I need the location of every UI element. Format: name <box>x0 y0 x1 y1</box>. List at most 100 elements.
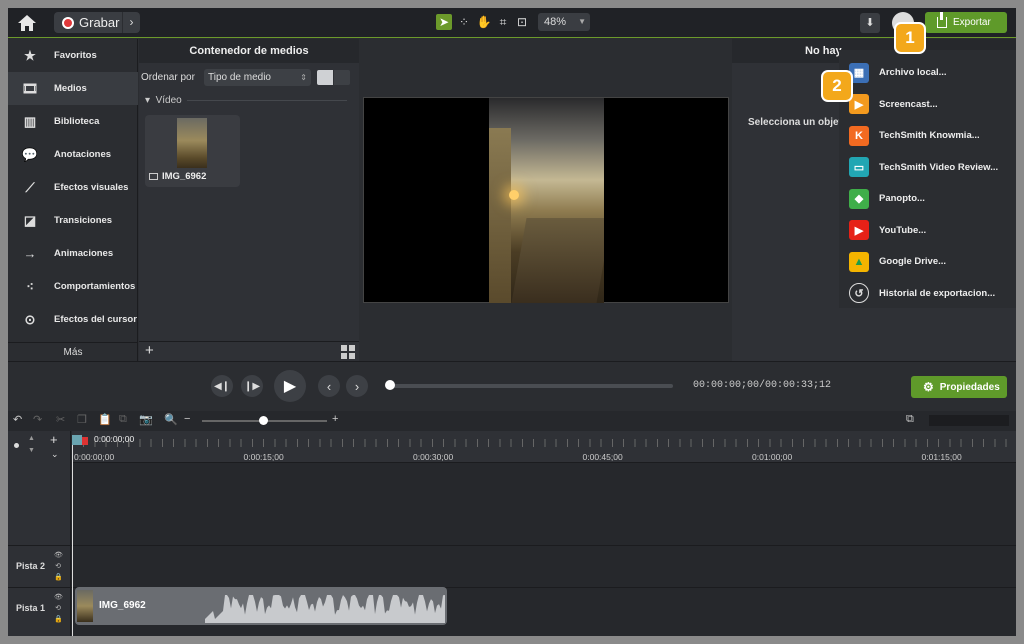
properties-label: Propiedades <box>939 381 1000 393</box>
step-forward-icon[interactable]: ❙▶ <box>241 375 263 397</box>
step-back-icon[interactable]: ◀❙ <box>211 375 233 397</box>
properties-button[interactable]: ⚙ Propiedades <box>911 376 1007 398</box>
playhead-out-marker[interactable] <box>82 437 88 445</box>
sidebar-item-efectos-del-cursor[interactable]: ⊙ Efectos del cursor <box>8 303 138 336</box>
zoom-select[interactable]: 48% ▼ <box>538 13 590 31</box>
redo-icon[interactable]: ↷ <box>33 413 42 426</box>
zoom-search-icon[interactable]: 🔍 <box>164 413 178 426</box>
previous-marker-icon[interactable]: ‹ <box>318 375 340 397</box>
timeline-zoom-handle[interactable] <box>259 416 268 425</box>
step-badge-1: 1 <box>896 24 924 52</box>
sort-value: Tipo de medio <box>208 72 271 83</box>
more-button[interactable]: Más <box>8 342 138 362</box>
track-label: Pista 2 <box>16 561 46 571</box>
export-menu-item[interactable]: ▲ Google Drive... <box>839 246 1016 277</box>
paste-icon[interactable]: 📋 <box>98 413 112 426</box>
video-content <box>489 128 511 303</box>
track-height-icon[interactable] <box>14 443 19 448</box>
timeline-clip[interactable]: IMG_6962 <box>75 587 447 625</box>
export-menu-item[interactable]: ▦ Archivo local... <box>839 57 1016 88</box>
grid-view-icon[interactable] <box>341 345 355 359</box>
export-menu-item-label: TechSmith Knowmia... <box>879 130 980 141</box>
sidebar-item-label: Efectos del cursor <box>54 314 137 325</box>
copy-icon[interactable]: ❐ <box>77 413 87 426</box>
record-button[interactable]: Grabar <box>54 12 122 33</box>
crop-tool-icon[interactable]: ⌗ <box>495 14 511 30</box>
cut-icon[interactable]: ✂ <box>56 413 65 426</box>
top-toolbar: Grabar › ➤ ⁘ ✋ ⌗ ⊡ 48% ▼ ⬇ Exportar <box>8 8 1016 38</box>
detach-timeline-icon[interactable]: ⧉ <box>906 413 914 426</box>
video-section-label: Vídeo <box>155 95 182 106</box>
track-visibility-icons[interactable]: 👁 ⟲ 🔒 <box>54 550 63 583</box>
sidebar-item-label: Animaciones <box>54 248 114 259</box>
export-menu-item[interactable]: ▶ Screencast... <box>839 89 1016 120</box>
detail-view-icon[interactable] <box>317 70 333 85</box>
sidebar-item-efectos-visuales[interactable]: ⟋ Efectos visuales <box>8 171 138 204</box>
home-icon[interactable] <box>16 13 38 33</box>
download-icon[interactable]: ⬇ <box>860 13 880 33</box>
sidebar-item-comportamientos[interactable]: ⁖ Comportamientos <box>8 270 138 303</box>
sort-select[interactable]: Tipo de medio ⇕ <box>204 69 311 86</box>
select-tool-icon[interactable]: ➤ <box>436 14 452 30</box>
export-menu-item-label: Screencast... <box>879 98 938 110</box>
track-size-down-icon[interactable]: ▼ <box>28 447 35 454</box>
sort-order-icon[interactable] <box>334 70 350 85</box>
export-menu-item[interactable]: ↺ Historial de exportacion... <box>839 278 1016 309</box>
sidebar-item-medios[interactable]: 🎞 Medios <box>8 72 138 105</box>
sidebar-item-anotaciones[interactable]: 💬 Anotaciones <box>8 138 138 171</box>
add-media-icon[interactable]: + <box>145 342 154 359</box>
edit-points-tool-icon[interactable]: ⁘ <box>456 14 472 30</box>
sidebar-item-favoritos[interactable]: ★ Favoritos <box>8 39 138 72</box>
track-visibility-icons[interactable]: 👁 ⟲ 🔒 <box>54 592 63 625</box>
step-badge-2: 2 <box>823 72 851 100</box>
timeline-search-field[interactable] <box>929 415 1009 426</box>
google-drive-icon: ▲ <box>849 251 869 272</box>
media-clip-thumbnail[interactable]: IMG_6962 <box>145 115 240 187</box>
undo-icon[interactable]: ↶ <box>13 413 22 426</box>
timecode: 00:00:00;00/00:00:33;12 <box>693 380 832 391</box>
track-label: Pista 1 <box>16 603 46 613</box>
zoom-in-icon[interactable]: + <box>332 413 338 425</box>
fit-canvas-icon[interactable]: ⊡ <box>514 14 530 30</box>
pan-hand-icon[interactable]: ✋ <box>476 14 492 30</box>
record-dropdown-arrow[interactable]: › <box>122 12 140 33</box>
export-menu-item[interactable]: ▭ TechSmith Video Review... <box>839 152 1016 183</box>
play-button[interactable]: ▶ <box>274 370 306 402</box>
ruler-tick-label: 0:00:45;00 <box>582 452 623 462</box>
canvas-area <box>360 39 731 361</box>
video-content-light <box>509 190 519 200</box>
track-size-up-icon[interactable]: ▲ <box>28 435 35 442</box>
zoom-out-icon[interactable]: − <box>184 413 190 425</box>
add-track-icon[interactable]: + <box>50 432 58 447</box>
split-icon[interactable]: ⧉ <box>119 413 127 426</box>
next-marker-icon[interactable]: › <box>346 375 368 397</box>
ruler-ticks <box>72 439 1016 447</box>
export-button[interactable]: Exportar <box>925 12 1007 33</box>
sidebar-item-animaciones[interactable]: → Animaciones <box>8 237 138 270</box>
snapshot-camera-icon[interactable]: 📷 <box>139 413 153 426</box>
behavior-icon: ⁖ <box>26 278 34 294</box>
scrub-bar[interactable] <box>389 384 673 388</box>
export-menu-item[interactable]: K TechSmith Knowmia... <box>839 120 1016 151</box>
knowmia-icon: K <box>849 125 869 146</box>
track-2[interactable]: Pista 2 👁 ⟲ 🔒 <box>8 545 1016 587</box>
scrub-handle[interactable] <box>385 380 395 390</box>
export-menu-item[interactable]: ▶ YouTube... <box>839 215 1016 246</box>
sidebar-item-transiciones[interactable]: ◪ Transiciones <box>8 204 138 237</box>
media-bin-panel: Contenedor de medios Ordenar por Tipo de… <box>139 39 359 361</box>
video-section-header[interactable]: ▾ Vídeo <box>145 95 182 106</box>
timeline-clip-name: IMG_6962 <box>99 600 146 611</box>
time-ruler[interactable]: 0:00:00;00 0:00:15;00 0:00:30;00 0:00:45;00… <box>72 431 1016 463</box>
canvas-preview[interactable] <box>363 97 729 303</box>
export-menu-item[interactable]: ◆ Panopto... <box>839 183 1016 214</box>
media-bin-title: Contenedor de medios <box>139 39 359 63</box>
export-menu-item-label: Archivo local... <box>879 67 947 78</box>
chevron-down-icon[interactable]: ⌄ <box>51 449 59 460</box>
chevron-down-icon: ▼ <box>578 17 586 26</box>
sidebar-item-label: Transiciones <box>54 215 113 226</box>
sidebar-item-biblioteca[interactable]: ▥ Biblioteca <box>8 105 138 138</box>
playhead-handle[interactable] <box>72 435 82 445</box>
annotation-icon: 💬 <box>21 146 39 162</box>
video-frame[interactable] <box>489 98 604 303</box>
audio-waveform <box>205 595 445 623</box>
